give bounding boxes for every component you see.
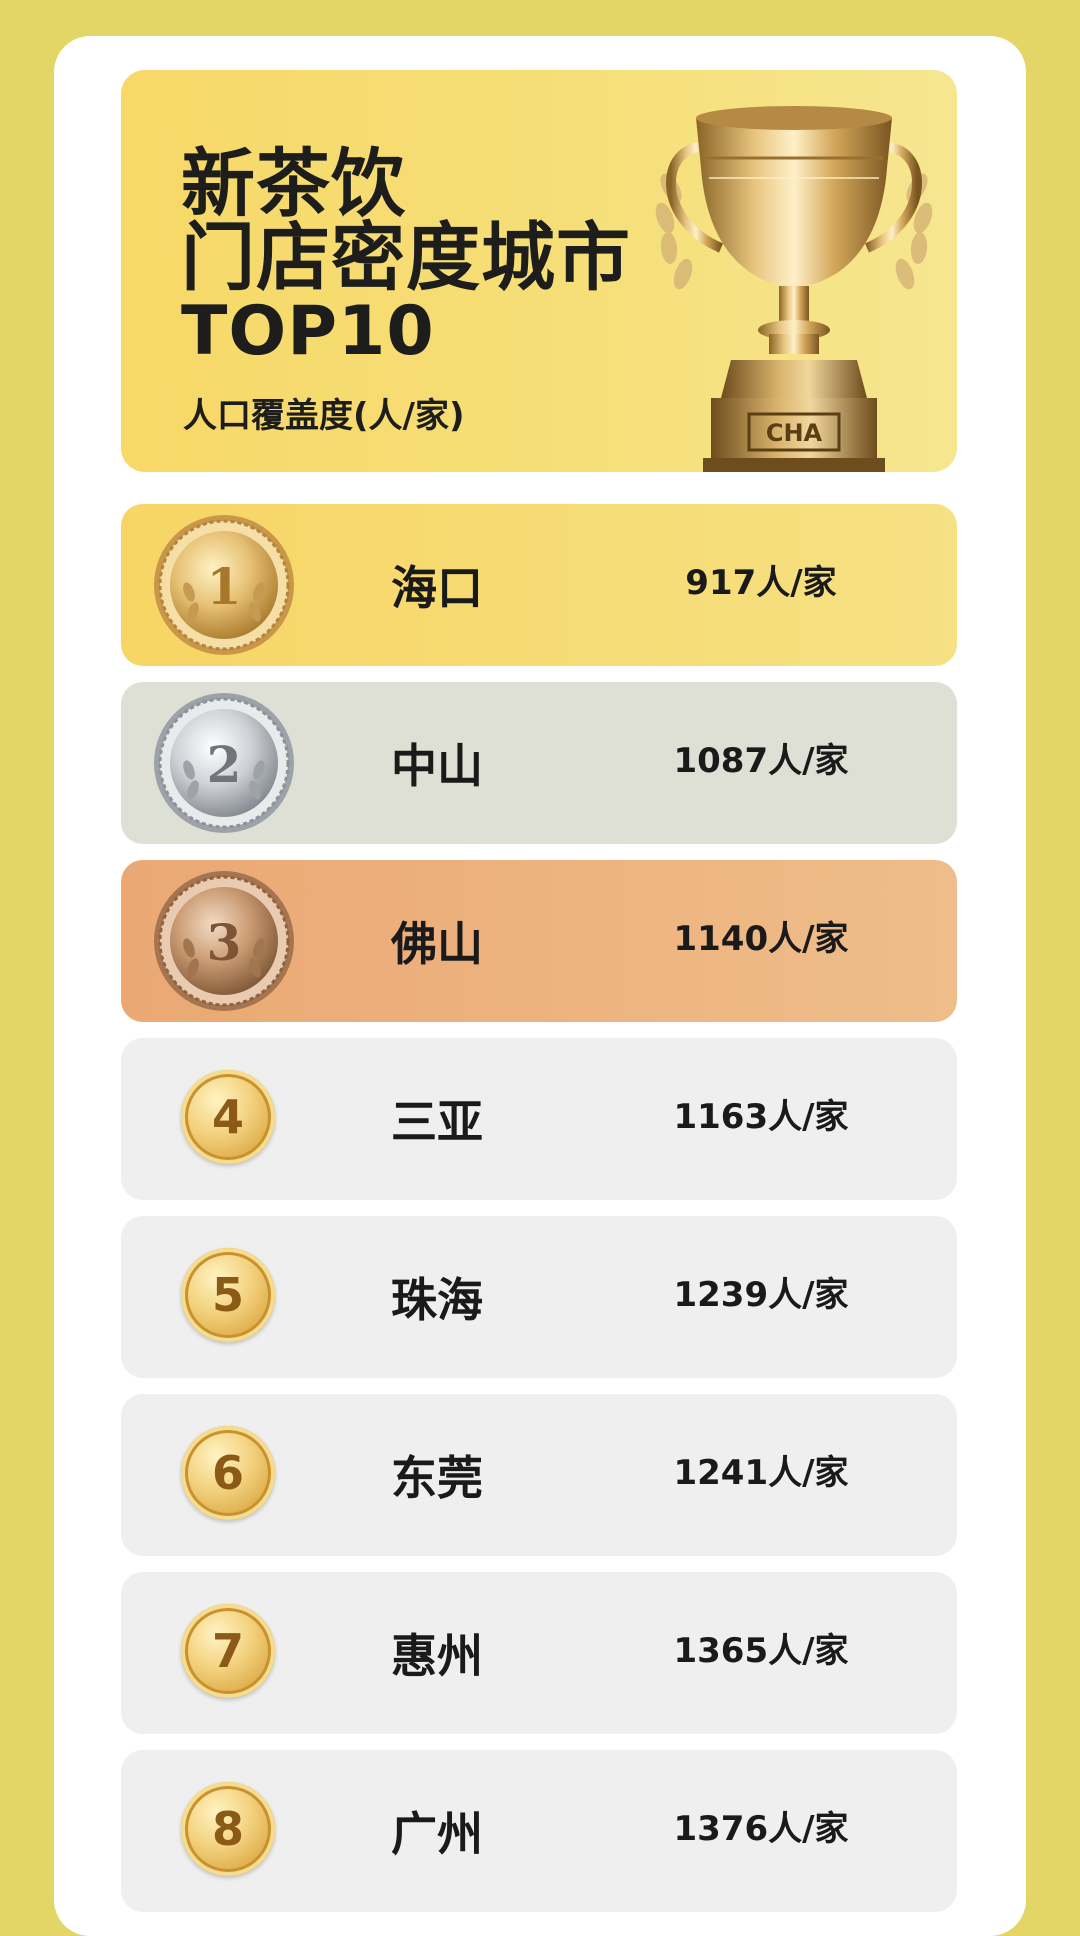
rank-coin-icon: 5 [181, 1248, 275, 1342]
city-name: 三亚 [391, 1095, 483, 1149]
density-value: 1241人/家 [673, 1452, 849, 1493]
city-name: 佛山 [391, 917, 483, 971]
density-value: 1376人/家 [673, 1808, 849, 1849]
silver-medal-icon: 2 [154, 693, 294, 833]
density-value: 1239人/家 [673, 1274, 849, 1315]
rank-coin-icon: 4 [181, 1070, 275, 1164]
trophy-label: CHA [766, 419, 823, 447]
ranking-row-5: 5 珠海 1239人/家 [121, 1216, 957, 1378]
rank-number: 6 [211, 1446, 244, 1500]
city-name: 惠州 [391, 1629, 483, 1683]
city-name: 东莞 [391, 1451, 483, 1505]
rank-number: 8 [211, 1802, 244, 1856]
title-line-1: 新茶饮 [181, 141, 406, 227]
density-value: 1365人/家 [673, 1630, 849, 1671]
density-value: 917人/家 [685, 562, 837, 603]
rank-coin-icon: 6 [181, 1426, 275, 1520]
rank-number: 2 [207, 735, 242, 794]
trophy-icon: CHA [655, 106, 933, 472]
ranking-row-1: 1 海口 917人/家 [121, 504, 957, 666]
subtitle: 人口覆盖度(人/家) [183, 396, 465, 436]
ranking-row-4: 4 三亚 1163人/家 [121, 1038, 957, 1200]
ranking-row-3: 3 佛山 1140人/家 [121, 860, 957, 1022]
header-banner: 新茶饮 门店密度城市 TOP10 人口覆盖度(人/家) CHA [121, 70, 957, 472]
density-value: 1140人/家 [673, 918, 849, 959]
ranking-row-8: 8 广州 1376人/家 [121, 1750, 957, 1912]
rank-number: 4 [211, 1090, 244, 1144]
density-value: 1163人/家 [673, 1096, 849, 1137]
city-name: 中山 [391, 739, 483, 793]
ranking-row-2: 2 中山 1087人/家 [121, 682, 957, 844]
rank-number: 3 [207, 913, 242, 972]
city-name: 海口 [391, 561, 483, 615]
city-name: 珠海 [391, 1273, 483, 1327]
ranking-row-6: 6 东莞 1241人/家 [121, 1394, 957, 1556]
ranking-row-7: 7 惠州 1365人/家 [121, 1572, 957, 1734]
title-line-3: TOP10 [181, 292, 435, 371]
density-value: 1087人/家 [673, 740, 849, 781]
title-line-2: 门店密度城市 [181, 215, 631, 301]
rank-number: 1 [207, 557, 242, 616]
rank-coin-icon: 7 [181, 1604, 275, 1698]
rank-number: 7 [211, 1624, 244, 1678]
rank-coin-icon: 8 [181, 1782, 275, 1876]
rank-number: 5 [211, 1268, 244, 1322]
city-name: 广州 [391, 1807, 483, 1861]
gold-medal-icon: 1 [154, 515, 294, 655]
bronze-medal-icon: 3 [154, 871, 294, 1011]
